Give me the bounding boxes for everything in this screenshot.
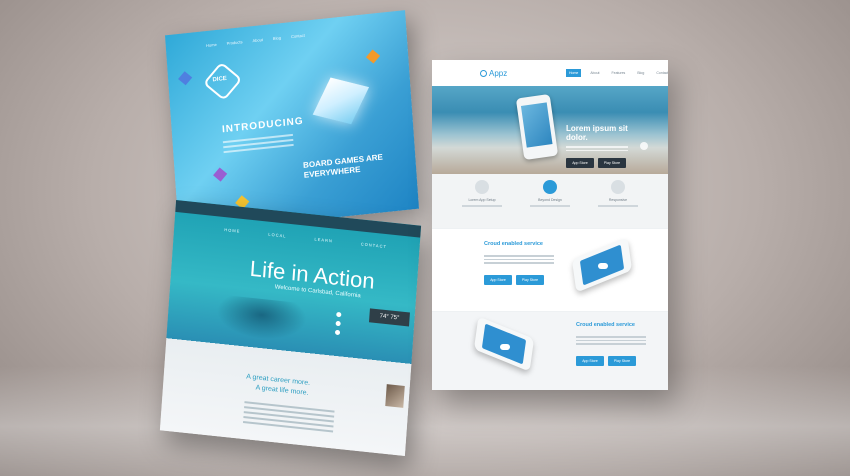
life-weather-widget: 74° 75° [368,308,410,327]
board-games-website-mockup: Home Products About Blog Contact DICE IN… [165,10,419,234]
appz-hero: Lorem ipsum sit dolor. App Store Play St… [432,86,668,174]
cloud-icon [500,344,510,350]
section-text [576,336,646,347]
orange-gem-graphic [365,49,381,64]
appz-hero-title: Lorem ipsum sit dolor. [566,124,628,142]
life-quote-line2: A great life more. [255,384,309,397]
feature-icon [611,180,625,194]
feature-icon [475,180,489,194]
life-nav-item: LOCAL [268,231,287,239]
appz-nav-item: About [590,71,600,75]
dice-intro-text [222,133,294,156]
play-store-button: Play Store [516,275,544,285]
appz-nav-item: Contact [656,71,668,75]
dice-nav-item: Products [226,39,243,46]
feature-item: Beyond Design [520,180,580,207]
life-body-text [243,401,335,435]
section-title: Croud enabled service [484,241,543,247]
feature-label: Responsive [608,198,628,202]
slider-arrow-icon [640,142,648,150]
appz-nav: Home About Features Blog Contact [566,69,668,77]
app-store-button: App Store [484,275,512,285]
dice-nav-item: About [252,37,264,44]
cloud-icon [598,263,608,269]
appz-features: Lorem App Setup Beyond Design Responsive [432,174,668,228]
hand-phone-photo [515,93,559,161]
floor-reflection [0,366,850,476]
feature-icon [543,180,557,194]
appz-header: Appz Home About Features Blog Contact [432,60,668,86]
appz-nav-item: Blog [637,71,645,75]
dice-nav-item: Home [205,41,217,49]
life-thumbnail-photo [385,384,405,408]
appz-logo-text: Appz [489,69,508,78]
appz-logo-icon [480,70,487,78]
appz-section-2: Croud enabled service App Store Play Sto… [432,311,668,390]
dice-heading: INTRODUCING [221,115,304,136]
play-store-button: Play Store [608,356,636,366]
dice-nav-item: Contact [290,32,305,40]
appz-section-1: Croud enabled service App Store Play Sto… [432,228,668,311]
dice-nav-item: Blog [272,35,282,41]
feature-label: Lorem App Setup [468,198,496,202]
life-in-action-website-mockup: HOME LOCAL LEARN CONTACT Life in Action … [159,199,422,457]
feature-item: Lorem App Setup [452,180,512,207]
appz-website-mockup: Appz Home About Features Blog Contact Lo… [432,60,668,390]
app-store-button: App Store [576,356,604,366]
app-store-button: App Store [566,158,594,168]
dice-secondary-heading: BOARD GAMES ARE EVERYWHERE [302,152,384,180]
section-title: Croud enabled service [576,322,635,328]
glowing-cube-graphic [312,77,370,125]
surfer-photo [215,294,308,344]
life-nav-item: CONTACT [360,241,388,250]
dice-nav: Home Products About Blog Contact [206,33,305,48]
feature-item: Responsive [588,180,648,207]
appz-hero-text [566,146,628,153]
play-store-button: Play Store [598,158,626,168]
life-slider-dots [334,311,342,339]
blue-gem-graphic [178,71,193,86]
feature-label: Beyond Design [538,198,562,202]
life-nav-item: HOME [224,227,241,234]
appz-nav-item: Features [611,71,626,75]
appz-nav-item: Home [566,69,582,77]
purple-gem-graphic [213,167,228,182]
life-nav-item: LEARN [314,236,334,244]
appz-logo: Appz [480,69,507,78]
section-text [484,255,554,266]
